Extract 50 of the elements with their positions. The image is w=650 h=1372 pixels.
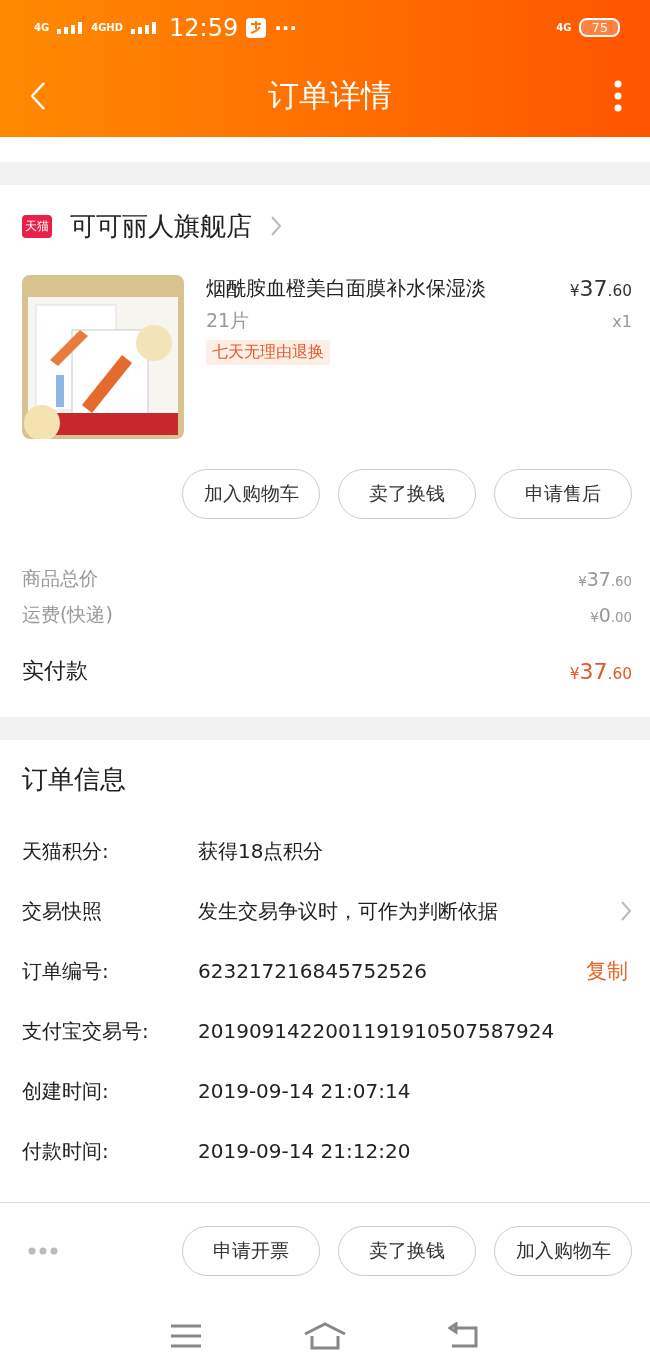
info-label: 订单编号: <box>22 957 110 985</box>
info-label: 天猫积分: <box>22 837 110 865</box>
summary-price: ¥0.00 <box>590 604 632 626</box>
store-name[interactable]: 可可丽人旗舰店 <box>70 208 252 244</box>
product-spec: 21片 <box>206 308 250 333</box>
back-icon[interactable] <box>447 1321 480 1350</box>
status-time: 12:59 <box>169 13 239 42</box>
more-notifications: ··· <box>274 15 297 40</box>
network-label: 4G <box>34 22 50 33</box>
action-button[interactable]: 加入购物车 <box>182 469 320 519</box>
action-button[interactable]: 申请开票 <box>182 1226 320 1276</box>
action-button[interactable]: 申请售后 <box>494 469 632 519</box>
menu-icon[interactable] <box>170 1323 203 1348</box>
battery-icon: 75 <box>579 18 620 37</box>
signal-icon <box>57 21 84 34</box>
section-title: 订单信息 <box>22 763 127 796</box>
info-label: 交易快照 <box>22 897 103 925</box>
info-label: 付款时间: <box>22 1137 110 1165</box>
info-value: 获得18点积分 <box>198 837 325 865</box>
info-value: 2019-09-14 21:07:14 <box>198 1079 412 1103</box>
chevron-icon <box>270 215 282 237</box>
action-button[interactable]: 卖了换钱 <box>338 469 476 519</box>
summary-price: ¥37.60 <box>578 568 632 590</box>
product-price: ¥37.60 <box>569 276 632 301</box>
more-icon[interactable] <box>614 80 622 112</box>
action-button[interactable]: 加入购物车 <box>494 1226 632 1276</box>
signal-icon <box>131 21 157 34</box>
summary-label: 实付款 <box>22 657 88 685</box>
tmall-badge: 天猫 <box>22 214 52 238</box>
total-price: ¥37.60 <box>569 658 632 684</box>
info-value: 2019-09-14 21:12:20 <box>198 1139 412 1163</box>
summary-label: 商品总价 <box>22 566 98 591</box>
action-button[interactable]: 卖了换钱 <box>338 1226 476 1276</box>
back-icon[interactable] <box>30 81 46 111</box>
info-value: 2019091422001191910507587924 <box>198 1019 556 1043</box>
network-label: 4GHD <box>91 22 123 33</box>
return-policy-tag: 七天无理由退换 <box>206 340 330 365</box>
info-label: 创建时间: <box>22 1077 110 1105</box>
summary-label: 运费(快递) <box>22 602 113 627</box>
app-icon <box>246 17 267 38</box>
product-quantity: x1 <box>612 311 632 331</box>
chevron-icon <box>620 900 632 922</box>
info-label: 支付宝交易号: <box>22 1017 150 1045</box>
info-value: 发生交易争议时，可作为判断依据 <box>198 897 499 925</box>
product-title[interactable]: 烟酰胺血橙美白面膜补水保湿淡 <box>206 275 486 302</box>
info-value: 623217216845752526 <box>198 959 429 983</box>
page-title: 订单详情 <box>268 76 392 115</box>
home-icon[interactable] <box>303 1321 347 1350</box>
more-icon[interactable] <box>28 1247 58 1255</box>
data-label: 4G <box>556 22 572 33</box>
